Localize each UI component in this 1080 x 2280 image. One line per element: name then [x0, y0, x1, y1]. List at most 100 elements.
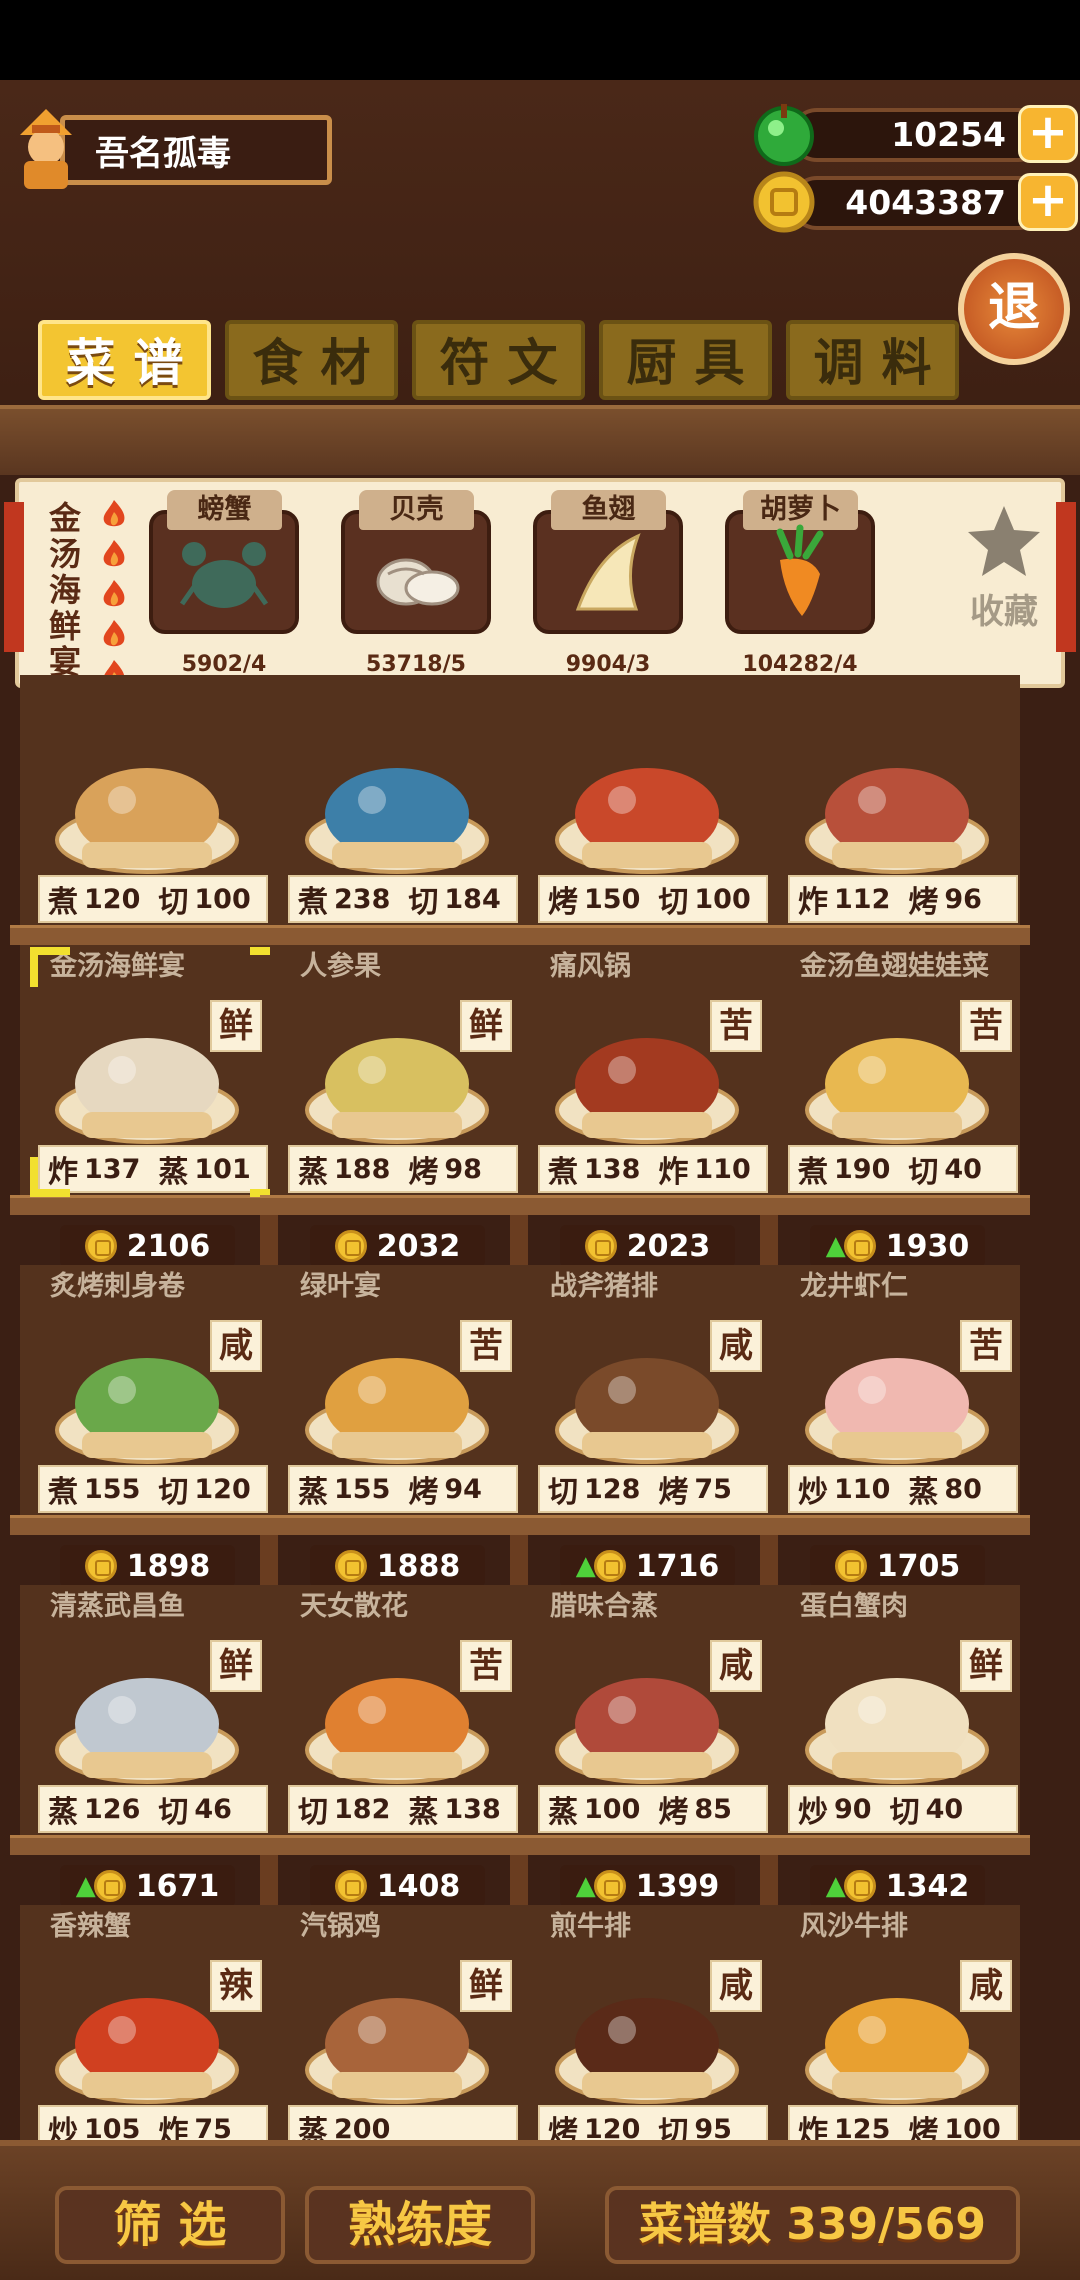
- recipe-card[interactable]: 金汤海鲜宴鲜炸 137 蒸 101 2106: [10, 945, 290, 1267]
- recipe-name: 风沙牛排: [800, 1911, 908, 1942]
- skill-2: 切: [658, 885, 689, 920]
- recipe-card[interactable]: 龙井虾仁苦炒 110 蒸 80 1705: [760, 1265, 1030, 1587]
- skill-1-value: 110: [834, 1473, 891, 1505]
- recipe-price: ▲ 1399: [560, 1865, 735, 1907]
- recipe-name: 痛风锅: [550, 951, 631, 982]
- carrot-icon: [776, 524, 824, 616]
- recipe-card[interactable]: 绿叶宴苦蒸 155 烤 94 1888: [260, 1265, 530, 1587]
- detail-left-trim: [4, 502, 24, 652]
- shark-fin-icon: [575, 533, 641, 611]
- skill-1: 炒: [798, 1795, 828, 1830]
- flavor-badge: 咸: [710, 1960, 762, 2012]
- tab-seasonings[interactable]: 调料: [786, 320, 959, 400]
- price-value: 1705: [876, 1548, 961, 1584]
- skill-1: 煮: [548, 1155, 578, 1190]
- recipe-card[interactable]: 蛋白蟹肉鲜炒 90 切 40 ▲ 1342: [760, 1585, 1030, 1907]
- flavor-badge: 苦: [460, 1640, 512, 1692]
- skill-1: 煮: [798, 1155, 828, 1190]
- skill-1-value: 90: [834, 1793, 872, 1825]
- add-coins-button[interactable]: +: [1018, 173, 1078, 231]
- skill-1-value: 138: [584, 1153, 641, 1185]
- skill-2-value: 98: [444, 1153, 482, 1185]
- skill-2: 切: [158, 1475, 189, 1510]
- shelf: [760, 1835, 1030, 1855]
- jade-icon: [754, 104, 814, 166]
- favorite-button[interactable]: 收藏: [954, 502, 1054, 633]
- add-jade-button[interactable]: +: [1018, 105, 1078, 163]
- filter-button[interactable]: 筛 选: [55, 2186, 285, 2264]
- player-profile[interactable]: 吾名孤毒: [10, 105, 332, 191]
- skill-2-value: 80: [944, 1473, 982, 1505]
- cooking-stats: 炸 137 蒸 101: [38, 1145, 268, 1193]
- recipe-name: 金汤海鲜宴: [50, 951, 185, 982]
- skill-1-value: 150: [584, 883, 641, 915]
- ingredient-carrot[interactable]: 胡萝卜 104282/4: [725, 482, 875, 682]
- recipe-card[interactable]: 天女散花苦切 182 蒸 138 1408: [260, 1585, 530, 1907]
- tab-runes[interactable]: 符文: [412, 320, 585, 400]
- flavor-badge: 鲜: [460, 1960, 512, 2012]
- shelf: [510, 1515, 780, 1535]
- ingredient-shell[interactable]: 贝壳 53718/5: [341, 482, 491, 682]
- price-up-arrow-icon: ▲: [575, 1551, 596, 1581]
- player-avatar-icon[interactable]: [10, 105, 82, 191]
- cooking-stats: 煮 190 切 40: [788, 1145, 1018, 1193]
- cooking-stats: 切 128 烤 75: [538, 1465, 768, 1513]
- skill-2-value: 96: [944, 883, 982, 915]
- price-value: 1898: [126, 1548, 211, 1584]
- skill-2: 蒸: [908, 1475, 939, 1510]
- status-bar: [0, 0, 1080, 80]
- coin-icon: [334, 1550, 367, 1582]
- recipe-name: 蛋白蟹肉: [800, 1591, 908, 1622]
- tab-utensils[interactable]: 厨具: [599, 320, 772, 400]
- ingredient-count: 5902/4: [181, 652, 267, 677]
- recipe-name: 汽锅鸡: [300, 1911, 381, 1942]
- recipe-card[interactable]: 腊味合蒸咸蒸 100 烤 85 ▲ 1399: [510, 1585, 780, 1907]
- coin-icon: [753, 171, 815, 233]
- exit-button[interactable]: 退: [958, 253, 1070, 365]
- recipe-price: 1888: [310, 1545, 485, 1587]
- coin-amount: 4043387: [790, 176, 1045, 230]
- skill-2-value: 94: [444, 1473, 482, 1505]
- recipe-card[interactable]: 战斧猪排咸切 128 烤 75 ▲ 1716: [510, 1265, 780, 1587]
- dish-image-icon: [305, 768, 489, 874]
- coin-icon: [84, 1230, 117, 1262]
- skill-2-value: 100: [694, 883, 751, 915]
- recipe-card[interactable]: 金汤鱼翅娃娃菜苦煮 190 切 40 ▲ 1930: [760, 945, 1030, 1267]
- selection-corner: [30, 947, 70, 987]
- shelf: [10, 1195, 280, 1215]
- dish-image-icon: [555, 768, 739, 874]
- skill-1-value: 126: [84, 1793, 141, 1825]
- recipe-name: 战斧猪排: [550, 1271, 658, 1302]
- coin-icon: [593, 1870, 626, 1902]
- skill-1-value: 155: [84, 1473, 141, 1505]
- skill-2: 炸: [658, 1155, 689, 1190]
- shelf: [760, 1195, 1030, 1215]
- skill-1: 炒: [798, 1475, 828, 1510]
- skill-1-value: 112: [834, 883, 891, 915]
- recipe-price: 2023: [560, 1225, 735, 1267]
- proficiency-button[interactable]: 熟练度: [305, 2186, 535, 2264]
- recipe-card[interactable]: 清蒸武昌鱼鲜蒸 126 切 46 ▲ 1671: [10, 1585, 280, 1907]
- tab-recipes[interactable]: 菜谱: [38, 320, 211, 400]
- recipe-name: 龙井虾仁: [800, 1271, 908, 1302]
- skill-2-value: 85: [694, 1793, 732, 1825]
- ingredient-crab[interactable]: 螃蟹 5902/4: [149, 482, 299, 682]
- skill-1: 切: [298, 1795, 328, 1830]
- recipe-card[interactable]: 痛风锅苦煮 138 炸 110 2023: [510, 945, 780, 1267]
- tab-ingredients[interactable]: 食材: [225, 320, 398, 400]
- recipe-card[interactable]: 炙烤刺身卷咸煮 155 切 120 1898: [10, 1265, 280, 1587]
- shelf: [10, 1835, 280, 1855]
- coin-icon: [334, 1870, 367, 1902]
- skill-1: 蒸: [48, 1795, 78, 1830]
- skill-1: 煮: [48, 1475, 78, 1510]
- flavor-badge: 鲜: [210, 1000, 262, 1052]
- price-up-arrow-icon: ▲: [825, 1231, 846, 1261]
- recipe-card[interactable]: 人参果鲜蒸 188 烤 98 2032: [260, 945, 530, 1267]
- skill-1-value: 238: [334, 883, 391, 915]
- shelf: [260, 1515, 530, 1535]
- ingredient-count: 53718/5: [366, 652, 466, 677]
- ingredient-shark-fin[interactable]: 鱼翅 9904/3: [533, 482, 683, 682]
- skill-2: 蒸: [408, 1795, 439, 1830]
- flame-icon: [103, 500, 125, 527]
- skill-2: 切: [408, 885, 439, 920]
